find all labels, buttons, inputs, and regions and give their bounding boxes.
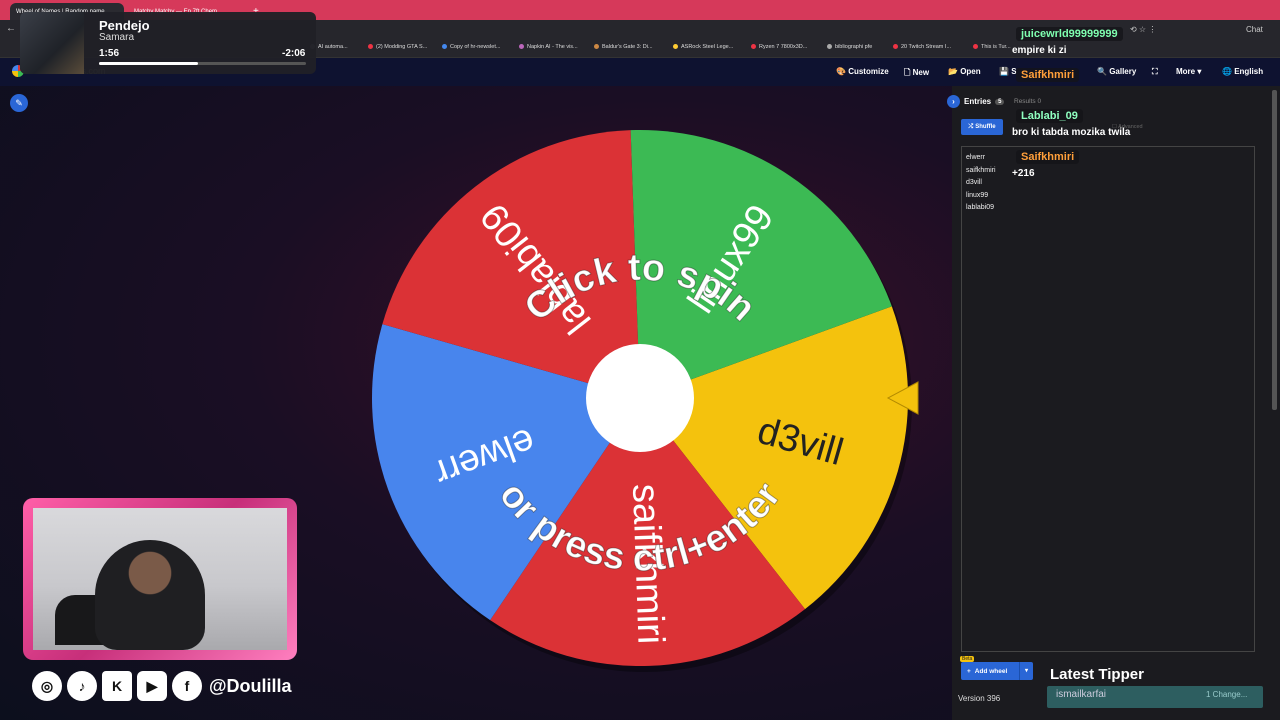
entries-label: Entries xyxy=(964,97,992,106)
bookmark-label: ASRock Steel Lege... xyxy=(681,44,734,50)
bookmark-favicon-icon xyxy=(827,44,832,50)
add-wheel-dropdown-icon[interactable]: ▾ xyxy=(1019,662,1033,680)
bookmark-label: (2) Modding GTA S... xyxy=(376,44,428,50)
gallery-label: Gallery xyxy=(1109,67,1137,76)
edit-pencil-icon[interactable]: ✎ xyxy=(10,94,28,112)
bookmark-item[interactable]: bibliographi pfe xyxy=(827,44,872,50)
chat-username: juicewrld99999999 xyxy=(1016,27,1123,41)
bookmark-item[interactable]: Ryzen 7 7800x3D... xyxy=(751,44,807,50)
entry-line: elwerr xyxy=(966,154,986,161)
bookmark-favicon-icon xyxy=(594,44,599,50)
latest-tipper-name: ismailkarfai xyxy=(1056,689,1107,700)
bookmark-label: Copy of hr-newslet... xyxy=(450,44,501,50)
beta-badge: Beta xyxy=(960,656,975,662)
bookmark-item[interactable]: Baldur's Gate 3: Di... xyxy=(594,44,653,50)
bookmark-label: 20 Twitch Stream I... xyxy=(901,44,952,50)
entry-line: linux99 xyxy=(966,191,989,199)
chat-message: empire ki zi xyxy=(1012,45,1067,56)
bookmark-label: AI automa... xyxy=(318,44,348,50)
chat-extension[interactable]: Chat xyxy=(1246,25,1263,34)
bookmark-label: bibliographi pfe xyxy=(835,44,873,50)
extension-icons[interactable]: ⟲ ☆ ⋮ xyxy=(1130,25,1156,34)
shuffle-button[interactable]: ⤮ Shuffle xyxy=(961,119,1003,135)
more-menu[interactable]: More ▾ xyxy=(1176,67,1201,76)
bookmark-favicon-icon xyxy=(519,44,524,50)
entries-textarea[interactable]: elwerr saifkhmiri d3vill linux99 lablabi09 xyxy=(961,146,1255,652)
shuffle-label: Shuffle xyxy=(975,124,996,130)
language-button[interactable]: 🌐 English xyxy=(1222,67,1263,76)
kick-icon: K xyxy=(102,671,132,701)
fullscreen-icon[interactable]: ⛶ xyxy=(1152,67,1158,77)
bookmark-favicon-icon xyxy=(893,44,898,50)
bookmark-label: This is Tur... xyxy=(981,44,1011,50)
bookmark-item[interactable]: 20 Twitch Stream I... xyxy=(893,44,951,50)
open-button[interactable]: 📂 Open xyxy=(948,67,981,76)
entry-line: lablabi09 xyxy=(966,204,995,211)
bookmark-label: Napkin AI - The vis... xyxy=(527,44,578,50)
panel-scrollbar[interactable] xyxy=(1272,90,1277,410)
results-label: Results xyxy=(1014,98,1036,105)
customize-button[interactable]: 🎨 Customize xyxy=(836,67,889,76)
album-art xyxy=(20,12,84,74)
entries-tab[interactable]: › Entries 5 xyxy=(947,95,1005,108)
remaining-time: -2:06 xyxy=(282,48,306,59)
bookmark-item[interactable]: Napkin AI - The vis... xyxy=(519,44,578,50)
track-artist: Samara xyxy=(99,32,135,43)
spin-wheel[interactable]: d3villsaifkhmirielwerrlablabi09 linux99Cl… xyxy=(360,118,920,678)
results-tab[interactable]: Results 0 xyxy=(1014,98,1041,105)
wheel-center-hub[interactable] xyxy=(586,344,694,452)
bookmark-favicon-icon xyxy=(973,44,978,50)
facebook-icon: f xyxy=(172,671,202,701)
streamer-handle: @Doulilla xyxy=(209,675,292,696)
add-wheel-label: Add wheel xyxy=(974,667,1008,675)
tiktok-icon: ♪ xyxy=(67,671,97,701)
social-links: ◎ ♪ K ▶ f @Doulilla xyxy=(32,670,292,702)
entry-line: saifkhmiri xyxy=(966,166,996,174)
latest-tipper-amount: 1 Change... xyxy=(1206,690,1248,699)
gallery-button[interactable]: 🔍 Gallery xyxy=(1097,67,1136,76)
bookmark-favicon-icon xyxy=(442,44,447,50)
bookmark-favicon-icon xyxy=(751,44,756,50)
save-button[interactable]: 💾 S xyxy=(999,67,1017,76)
latest-tipper-title: Latest Tipper xyxy=(1050,666,1144,683)
more-label: More xyxy=(1176,67,1196,76)
entry-line: d3vill xyxy=(966,179,982,186)
bookmark-label: Baldur's Gate 3: Di... xyxy=(602,44,653,50)
bookmark-favicon-icon xyxy=(368,44,373,50)
back-icon[interactable]: ← xyxy=(6,23,16,34)
version-label: Version 396 xyxy=(958,694,1001,703)
plus-icon: + xyxy=(967,667,971,675)
collapse-panel-icon[interactable]: › xyxy=(947,95,960,108)
chat-username: Saifkhmiri xyxy=(1016,150,1080,164)
bookmark-item[interactable]: Copy of hr-newslet... xyxy=(442,44,500,50)
youtube-icon: ▶ xyxy=(137,671,167,701)
chat-message: bro ki tabda mozika twila xyxy=(1012,127,1131,138)
bookmark-item[interactable]: ASRock Steel Lege... xyxy=(673,44,733,50)
streamer-silhouette xyxy=(95,540,205,650)
track-progress-bar[interactable] xyxy=(99,62,306,65)
entries-count-badge: 5 xyxy=(995,98,1005,105)
new-button[interactable]: 🗋 New xyxy=(904,67,929,81)
track-title: Pendejo xyxy=(99,18,150,33)
shuffle-icon: ⤮ xyxy=(968,123,974,130)
bookmark-label: Ryzen 7 7800x3D... xyxy=(759,44,808,50)
elapsed-time: 1:56 xyxy=(99,48,120,59)
instagram-icon: ◎ xyxy=(32,671,62,701)
add-wheel-button[interactable]: + Add wheel ▾ xyxy=(961,662,1033,680)
customize-label: Customize xyxy=(848,67,889,76)
chat-message: +216 xyxy=(1012,168,1035,179)
bookmark-item[interactable]: This is Tur... xyxy=(973,44,1011,50)
bookmark-item[interactable]: (2) Modding GTA S... xyxy=(368,44,427,50)
results-count-badge: 0 xyxy=(1037,98,1042,105)
chat-username: Saifkhmiri xyxy=(1016,68,1080,82)
bookmark-favicon-icon xyxy=(673,44,678,50)
language-label: English xyxy=(1234,67,1264,76)
chat-username: Lablabi_09 xyxy=(1016,109,1083,123)
track-progress-fill xyxy=(99,62,199,65)
open-label: Open xyxy=(960,67,981,76)
new-label: New xyxy=(912,68,930,77)
